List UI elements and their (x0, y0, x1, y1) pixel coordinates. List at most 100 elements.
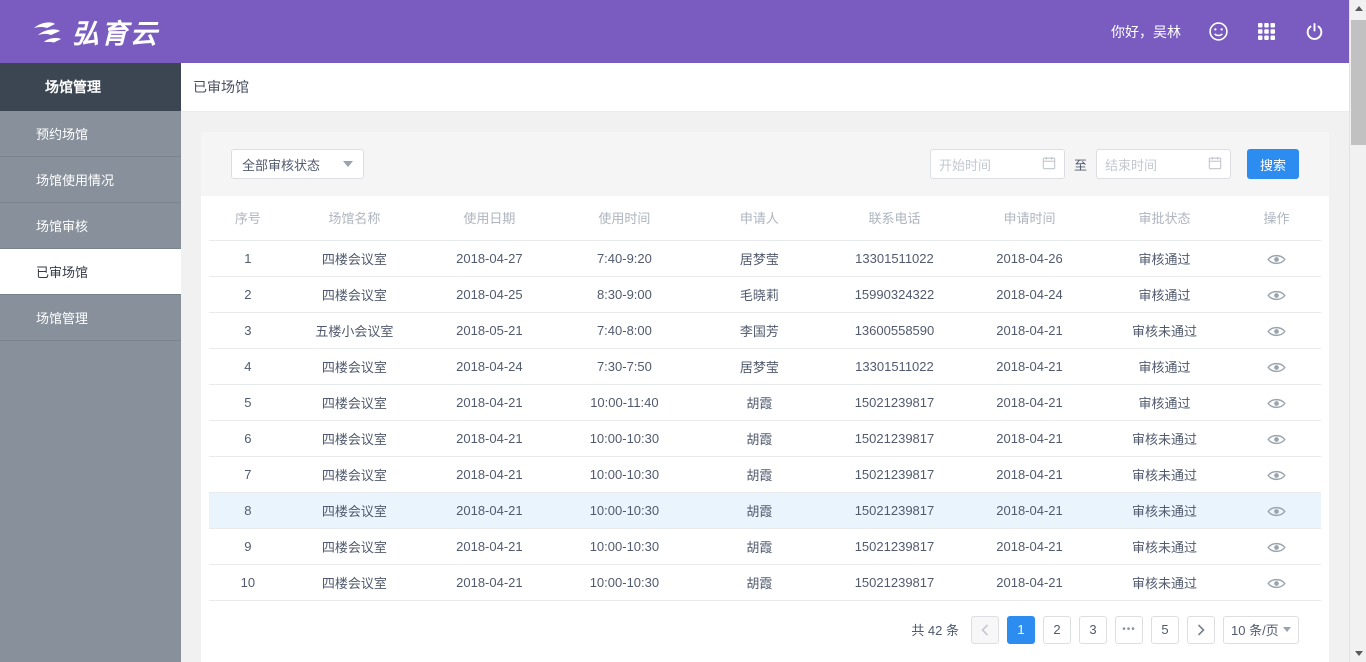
end-date-input[interactable]: 结束时间 (1096, 149, 1231, 179)
table-cell: 2018-04-21 (962, 456, 1097, 492)
brand: 弘育云 (30, 12, 159, 51)
table-row: 10四楼会议室2018-04-2110:00-10:30胡霞1502123981… (209, 564, 1321, 600)
vertical-scrollbar[interactable] (1349, 0, 1366, 662)
end-date-placeholder: 结束时间 (1105, 155, 1157, 174)
page-ellipsis[interactable]: ••• (1115, 616, 1143, 644)
view-eye-icon[interactable] (1267, 433, 1286, 446)
view-eye-icon[interactable] (1267, 397, 1286, 410)
view-eye-icon[interactable] (1267, 541, 1286, 554)
view-eye-icon[interactable] (1267, 253, 1286, 266)
page-button-3[interactable]: 3 (1079, 616, 1107, 644)
sidebar-item-场馆管理[interactable]: 场馆管理 (0, 295, 181, 341)
power-icon[interactable] (1303, 21, 1325, 43)
page-size-select[interactable]: 10 条/页 (1223, 616, 1299, 644)
page-button-2[interactable]: 2 (1043, 616, 1071, 644)
table-cell: 四楼会议室 (287, 456, 422, 492)
breadcrumb: 已审场馆 (193, 77, 249, 97)
table-cell: 四楼会议室 (287, 384, 422, 420)
table-cell: 四楼会议室 (287, 276, 422, 312)
table-cell: 15021239817 (827, 384, 962, 420)
table-row: 5四楼会议室2018-04-2110:00-11:40胡霞15021239817… (209, 384, 1321, 420)
brand-logo-icon (30, 18, 64, 46)
table-cell: 7:30-7:50 (557, 348, 692, 384)
table-cell: 胡霞 (692, 564, 827, 600)
next-page-button[interactable] (1187, 616, 1215, 644)
table-cell: 10:00-10:30 (557, 564, 692, 600)
chevron-down-icon (1283, 627, 1291, 632)
table-row: 8四楼会议室2018-04-2110:00-10:30胡霞15021239817… (209, 492, 1321, 528)
table-cell: 2018-04-21 (962, 312, 1097, 348)
table-cell: 2018-04-21 (962, 420, 1097, 456)
table-cell: 6 (209, 420, 287, 456)
action-cell (1232, 312, 1321, 348)
action-cell (1232, 456, 1321, 492)
column-header: 联系电话 (827, 196, 962, 240)
breadcrumb-bar: 已审场馆 (181, 63, 1349, 112)
table-cell: 审核未通过 (1097, 564, 1232, 600)
table-row: 7四楼会议室2018-04-2110:00-10:30胡霞15021239817… (209, 456, 1321, 492)
sidebar-item-场馆审核[interactable]: 场馆审核 (0, 203, 181, 249)
sidebar-menu: 预约场馆场馆使用情况场馆审核已审场馆场馆管理 (0, 111, 181, 341)
page-button-5[interactable]: 5 (1151, 616, 1179, 644)
table-cell: 四楼会议室 (287, 348, 422, 384)
table-row: 9四楼会议室2018-04-2110:00-10:30胡霞15021239817… (209, 528, 1321, 564)
calendar-icon (1042, 156, 1056, 173)
table-cell: 10:00-10:30 (557, 420, 692, 456)
start-date-placeholder: 开始时间 (939, 155, 991, 174)
column-header: 使用时间 (557, 196, 692, 240)
table-cell: 审核通过 (1097, 384, 1232, 420)
view-eye-icon[interactable] (1267, 289, 1286, 302)
table-body: 1四楼会议室2018-04-277:40-9:20居梦莹133015110222… (209, 240, 1321, 600)
user-greeting: 你好，吴林 (1111, 22, 1181, 42)
table-cell: 2018-04-21 (422, 420, 557, 456)
scroll-down-arrow-icon[interactable] (1350, 645, 1366, 662)
action-cell (1232, 276, 1321, 312)
table-cell: 胡霞 (692, 456, 827, 492)
view-eye-icon[interactable] (1267, 469, 1286, 482)
sidebar-item-预约场馆[interactable]: 预约场馆 (0, 111, 181, 157)
view-eye-icon[interactable] (1267, 577, 1286, 590)
table-cell: 审核通过 (1097, 276, 1232, 312)
sidebar-item-已审场馆[interactable]: 已审场馆 (0, 249, 181, 295)
action-cell (1232, 564, 1321, 600)
table-wrap: 序号场馆名称使用日期使用时间申请人联系电话申请时间审批状态操作 1四楼会议室20… (201, 196, 1329, 601)
table-cell: 审核通过 (1097, 240, 1232, 276)
table-cell: 胡霞 (692, 420, 827, 456)
table-cell: 2018-04-21 (422, 492, 557, 528)
column-header: 序号 (209, 196, 287, 240)
table-cell: 8:30-9:00 (557, 276, 692, 312)
prev-page-button[interactable] (971, 616, 999, 644)
action-cell (1232, 420, 1321, 456)
scrollbar-thumb[interactable] (1351, 20, 1366, 145)
table-cell: 15021239817 (827, 492, 962, 528)
table-cell: 2018-04-25 (422, 276, 557, 312)
status-filter-select[interactable]: 全部审核状态 (231, 149, 364, 179)
column-header: 场馆名称 (287, 196, 422, 240)
apps-grid-icon[interactable] (1255, 21, 1277, 43)
view-eye-icon[interactable] (1267, 325, 1286, 338)
table-cell: 胡霞 (692, 528, 827, 564)
page-button-1[interactable]: 1 (1007, 616, 1035, 644)
table-cell: 审核未通过 (1097, 312, 1232, 348)
table-cell: 2018-04-24 (962, 276, 1097, 312)
table-cell: 审核通过 (1097, 348, 1232, 384)
view-eye-icon[interactable] (1267, 505, 1286, 518)
start-date-input[interactable]: 开始时间 (930, 149, 1065, 179)
smiley-icon[interactable] (1207, 21, 1229, 43)
sidebar-item-场馆使用情况[interactable]: 场馆使用情况 (0, 157, 181, 203)
view-eye-icon[interactable] (1267, 361, 1286, 374)
table-cell: 2018-04-24 (422, 348, 557, 384)
search-button[interactable]: 搜索 (1247, 149, 1299, 179)
scroll-up-arrow-icon[interactable] (1350, 0, 1366, 17)
table-cell: 2018-04-21 (422, 384, 557, 420)
pagination-total: 共 42 条 (911, 620, 959, 639)
sidebar: 场馆管理 预约场馆场馆使用情况场馆审核已审场馆场馆管理 (0, 63, 181, 662)
column-header: 操作 (1232, 196, 1321, 240)
table-cell: 15990324322 (827, 276, 962, 312)
table-cell: 7:40-8:00 (557, 312, 692, 348)
table-cell: 10:00-10:30 (557, 492, 692, 528)
action-cell (1232, 528, 1321, 564)
table-cell: 四楼会议室 (287, 420, 422, 456)
table-cell: 7 (209, 456, 287, 492)
table-cell: 毛晓莉 (692, 276, 827, 312)
